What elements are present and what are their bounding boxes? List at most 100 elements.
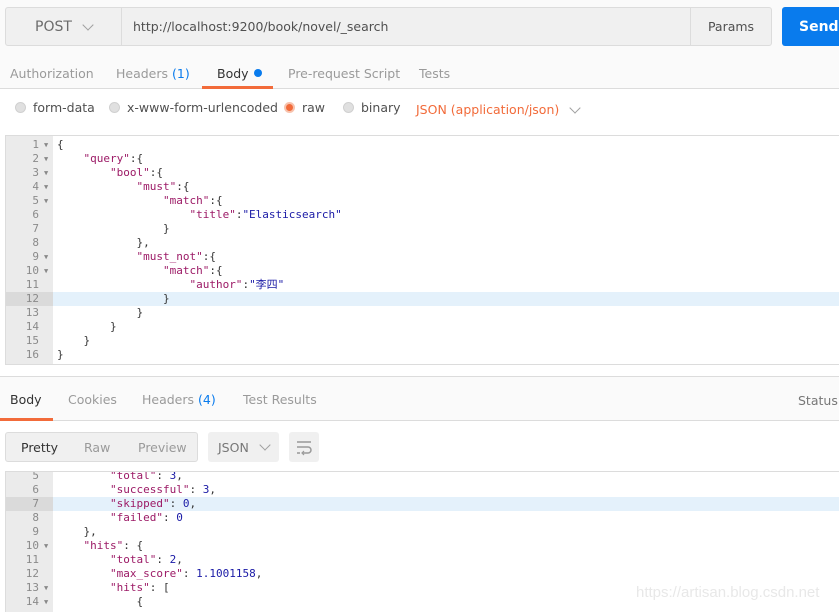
tab-label: Pre-request Script [288, 65, 401, 81]
code-text: } [57, 222, 170, 235]
line-number: 16 [25, 348, 39, 361]
view-preview-button[interactable]: Preview [138, 433, 187, 461]
tab-label: Body [217, 65, 249, 81]
radio-label: form-data [33, 100, 95, 115]
code-line: 7 } [6, 222, 839, 236]
tab-authorization[interactable]: Authorization [10, 57, 94, 89]
line-number: 11 [25, 278, 39, 291]
radio-circle-icon [15, 102, 26, 113]
line-number: 14 [25, 320, 39, 333]
code-text: "match":{ [162, 194, 223, 207]
line-number: 13 [25, 306, 39, 319]
fold-arrow-icon[interactable]: ▼ [44, 595, 48, 609]
fold-arrow-icon[interactable]: ▼ [44, 581, 48, 595]
code-text: "total": 3, [109, 471, 183, 482]
line-number: 6 [32, 483, 39, 496]
code-text: "max_score": 1.1001158, [109, 567, 263, 580]
code-text: "hits": { [83, 539, 144, 552]
tab-body[interactable]: Body [217, 57, 262, 89]
tab-label: Tests [419, 65, 451, 81]
fold-arrow-icon[interactable]: ▼ [44, 264, 48, 278]
code-text: "must_not":{ [136, 250, 216, 263]
response-format-dropdown[interactable]: JSON [208, 432, 279, 462]
code-text: "hits": [ [109, 581, 170, 594]
url-input[interactable]: http://localhost:9200/book/novel/_search [121, 7, 691, 46]
tab-response-body[interactable]: Body [10, 377, 42, 421]
tab-label: Headers [142, 391, 195, 407]
fold-arrow-icon[interactable]: ▼ [44, 194, 48, 208]
code-line: 13 } [6, 306, 839, 320]
fold-arrow-icon[interactable]: ▼ [44, 152, 48, 166]
line-number: 11 [25, 553, 39, 566]
body-type-selector: form-data x-www-form-urlencoded raw bina… [0, 89, 839, 133]
view-mode-segmented-control: Pretty Raw Preview [5, 432, 198, 462]
line-number: 5 [32, 471, 39, 482]
radio-binary[interactable]: binary [343, 100, 401, 115]
fold-arrow-icon[interactable]: ▼ [44, 180, 48, 194]
code-line: 1 ▼{ [6, 138, 839, 152]
request-bar: POST http://localhost:9200/book/novel/_s… [0, 0, 839, 57]
watermark: https://artisan.blog.csdn.net [636, 584, 820, 601]
code-line: 15 } [6, 334, 839, 348]
wrap-lines-button[interactable] [289, 432, 319, 462]
request-tabs: Authorization Headers (1) Body Pre-reques… [0, 57, 839, 89]
tab-headers[interactable]: Headers (1) [116, 57, 190, 89]
chevron-down-icon [569, 101, 581, 114]
code-line: 8 "failed": 0 [6, 511, 839, 525]
code-text: } [57, 334, 91, 347]
code-line: 8 }, [6, 236, 839, 250]
tab-label: Cookies [68, 391, 117, 407]
tab-label: Authorization [10, 65, 94, 81]
format-label: JSON [218, 439, 249, 455]
modified-dot-icon [253, 69, 262, 77]
code-text: }, [57, 236, 150, 249]
radio-raw[interactable]: raw [284, 100, 325, 115]
code-line: 7 "skipped": 0, [6, 497, 839, 511]
fold-arrow-icon[interactable]: ▼ [44, 539, 48, 553]
code-text: "title":"Elasticsearch" [189, 208, 342, 221]
request-body-editor[interactable]: 1 ▼{2 ▼ "query":{3 ▼ "bool":{4 ▼ "must":{5 ▼ … [5, 135, 839, 365]
method-dropdown[interactable]: POST [5, 7, 122, 46]
radio-label: x-www-form-urlencoded [127, 100, 278, 115]
code-line: 6 "title":"Elasticsearch" [6, 208, 839, 222]
code-text: "failed": 0 [109, 511, 183, 524]
code-line: 9 ▼ "must_not":{ [6, 250, 839, 264]
headers-count: (1) [172, 65, 190, 81]
radio-x-www-form-urlencoded[interactable]: x-www-form-urlencoded [109, 100, 278, 115]
tab-label: Body [10, 391, 42, 407]
code-line: 12 "max_score": 1.1001158, [6, 567, 839, 581]
fold-arrow-icon[interactable]: ▼ [44, 166, 48, 180]
tab-cookies[interactable]: Cookies [68, 377, 117, 421]
tab-test-results[interactable]: Test Results [243, 377, 317, 421]
view-pretty-button[interactable]: Pretty [21, 433, 58, 461]
code-line: 5 ▼ "match":{ [6, 194, 839, 208]
code-line: 2 ▼ "query":{ [6, 152, 839, 166]
tab-tests[interactable]: Tests [419, 57, 450, 89]
code-line: 11 "author":"李四" [6, 278, 839, 292]
params-button[interactable]: Params [690, 7, 772, 46]
code-line: 16} [6, 348, 839, 362]
code-text: }, [57, 525, 97, 538]
radio-form-data[interactable]: form-data [15, 100, 95, 115]
line-number: 7 [32, 222, 39, 235]
fold-arrow-icon[interactable]: ▼ [44, 138, 48, 152]
radio-label: raw [302, 100, 326, 115]
view-raw-button[interactable]: Raw [84, 433, 110, 461]
code-text: { [57, 138, 64, 151]
code-line: 10 ▼ "match":{ [6, 264, 839, 278]
code-line: 3 ▼ "bool":{ [6, 166, 839, 180]
code-text: "skipped": 0, [109, 497, 197, 510]
code-text: "bool":{ [109, 166, 163, 179]
tab-pre-request-script[interactable]: Pre-request Script [288, 57, 400, 89]
code-text: "must":{ [136, 180, 190, 193]
tab-label: Headers [116, 65, 169, 81]
line-number: 9 [32, 525, 39, 538]
content-type-dropdown[interactable]: JSON (application/json) [416, 101, 581, 117]
fold-arrow-icon[interactable]: ▼ [44, 250, 48, 264]
chevron-down-icon [82, 18, 94, 31]
line-number: 8 [32, 511, 39, 524]
line-number: 12 [6, 292, 53, 306]
tab-response-headers[interactable]: Headers (4) [142, 377, 216, 421]
send-button[interactable]: Send [782, 7, 839, 46]
content-type-label: JSON (application/json) [416, 102, 560, 117]
